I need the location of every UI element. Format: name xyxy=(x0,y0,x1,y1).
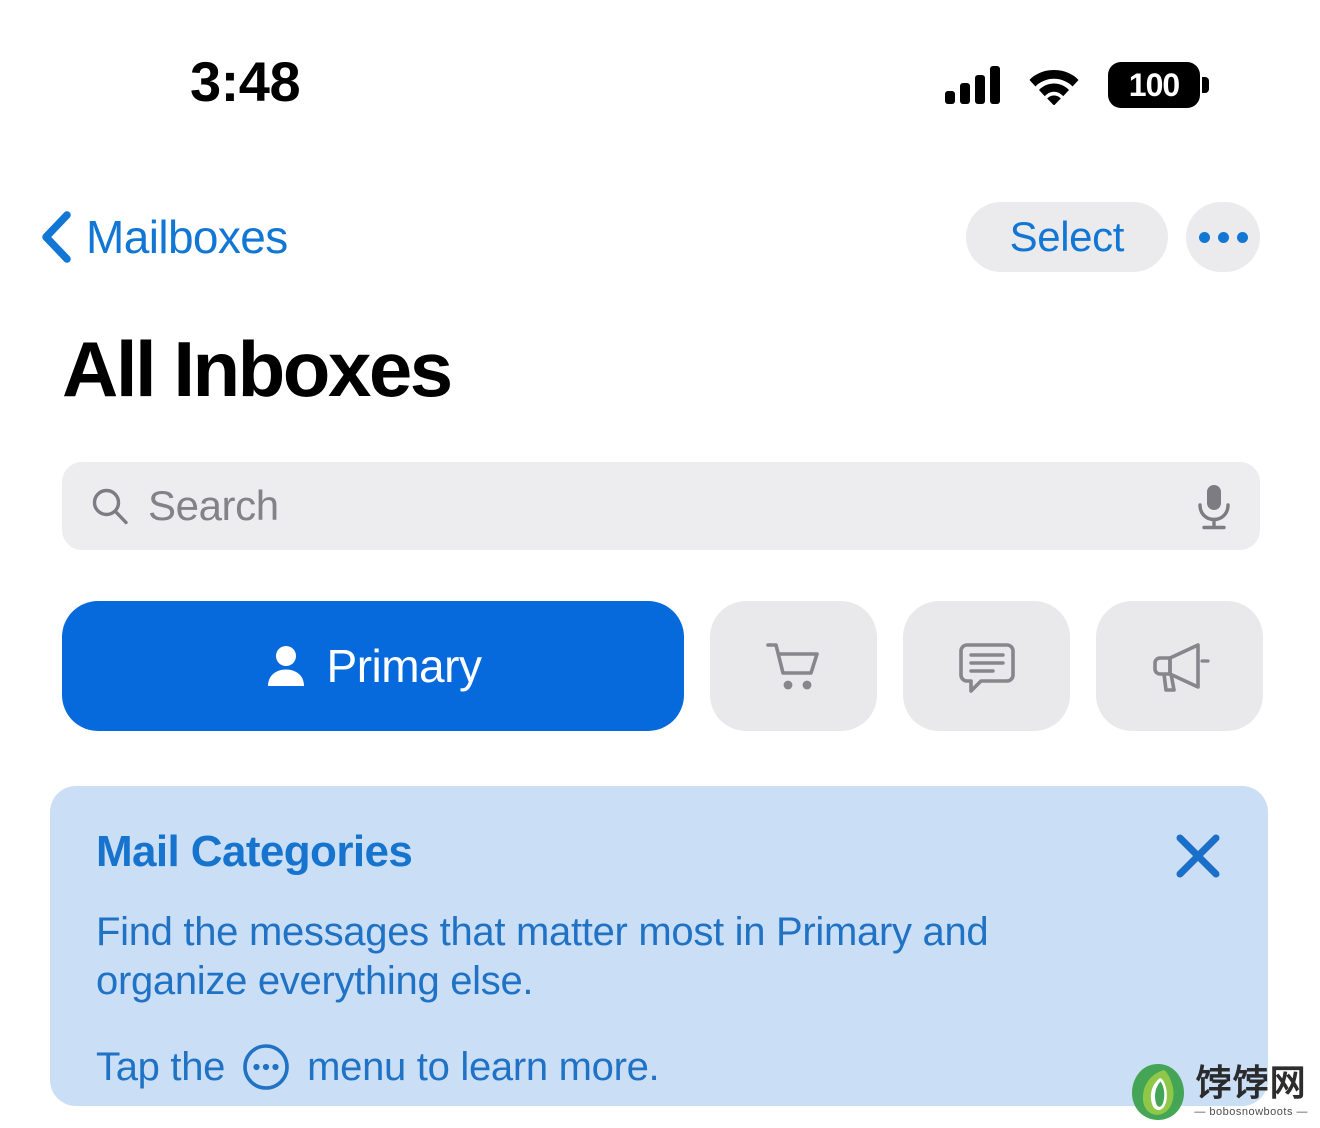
ellipsis-icon-dot xyxy=(1198,231,1210,243)
chat-bubble-icon xyxy=(958,643,1015,693)
category-primary-label: Primary xyxy=(326,640,482,692)
category-transactions-button[interactable] xyxy=(710,601,877,731)
category-filter-row: Primary xyxy=(62,601,1263,731)
battery-full-icon: 100 xyxy=(1108,62,1209,108)
microphone-icon[interactable] xyxy=(1192,481,1236,531)
ellipsis-icon-dot xyxy=(1217,231,1229,243)
search-bar[interactable] xyxy=(62,462,1260,550)
page-title: All Inboxes xyxy=(62,325,453,413)
close-icon xyxy=(1176,834,1220,878)
info-card-close-button[interactable] xyxy=(1172,830,1224,882)
search-icon xyxy=(92,488,128,525)
wifi-icon xyxy=(1029,70,1079,105)
info-card-body-text: Find the messages that matter most in Pr… xyxy=(96,910,989,1003)
info-card-tap-prefix: Tap the xyxy=(96,1044,226,1089)
category-promotions-button[interactable] xyxy=(1096,601,1263,731)
cellular-signal-icon xyxy=(945,66,1000,104)
category-primary-button[interactable]: Primary xyxy=(62,601,684,731)
mail-categories-info-card: Mail Categories Find the messages that m… xyxy=(50,786,1268,1106)
shopping-cart-icon xyxy=(765,643,819,690)
info-card-title: Mail Categories xyxy=(96,827,413,876)
circle-ellipsis-icon xyxy=(241,1042,291,1092)
info-card-tap-suffix: menu to learn more. xyxy=(307,1044,660,1089)
megaphone-icon xyxy=(1152,643,1210,692)
status-time: 3:48 xyxy=(190,50,301,113)
back-button-label: Mailboxes xyxy=(86,211,288,263)
ellipsis-icon-dot xyxy=(1236,231,1248,243)
info-card-header: Mail Categories xyxy=(96,826,1224,882)
select-button-label: Select xyxy=(1009,213,1125,260)
chevron-left-icon xyxy=(42,211,71,263)
info-card-tap-hint: Tap the menu to learn more. xyxy=(96,1042,1224,1092)
status-indicators: 100 xyxy=(945,62,1209,108)
status-bar: 3:48 100 xyxy=(0,0,1320,170)
category-updates-button[interactable] xyxy=(903,601,1070,731)
nav-actions: Select xyxy=(965,202,1260,272)
person-icon xyxy=(267,646,304,686)
navigation-bar: Mailboxes Select xyxy=(0,196,1320,278)
mail-app-screen: 3:48 100 Mailboxes Select All Inboxes Se… xyxy=(0,0,1320,1128)
search-input[interactable] xyxy=(148,482,1192,530)
battery-level-label: 100 xyxy=(1128,67,1180,103)
select-button[interactable]: Select xyxy=(965,202,1168,272)
back-to-mailboxes-button[interactable]: Mailboxes xyxy=(38,210,288,264)
watermark-en-text: — bobosnowboots — xyxy=(1194,1106,1308,1118)
more-options-button[interactable] xyxy=(1186,202,1260,272)
